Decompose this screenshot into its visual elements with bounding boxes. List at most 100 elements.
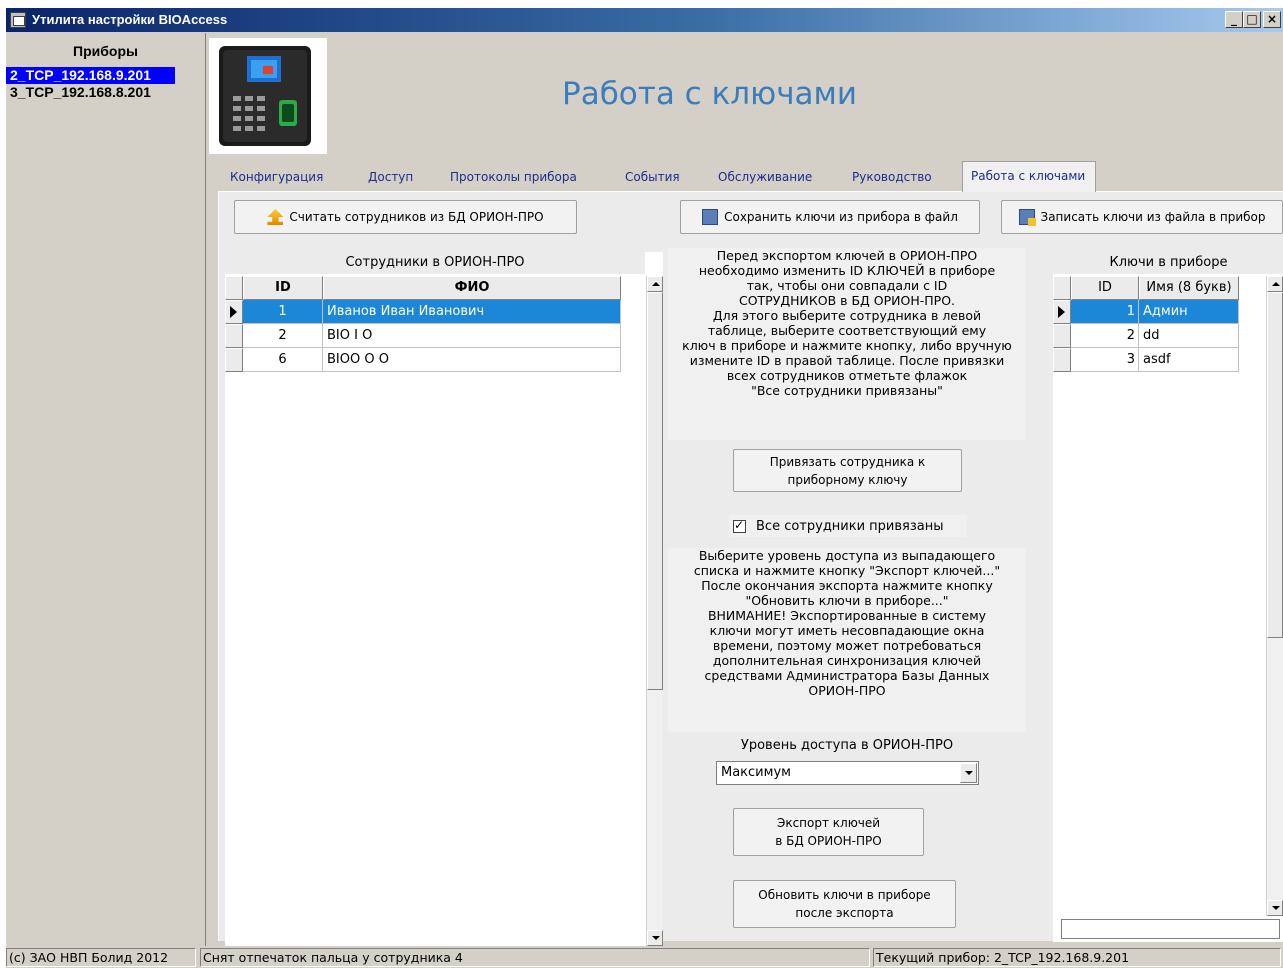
write-keys-label: Записать ключи из файла в прибор xyxy=(1040,210,1266,224)
column-header-key-id[interactable]: ID xyxy=(1071,276,1139,300)
scroll-thumb[interactable] xyxy=(1267,292,1283,638)
instruction-line: ключ в приборе и нажмите кнопку, либо вр… xyxy=(682,338,1012,353)
export-keys-button[interactable]: Экспорт ключей в БД ОРИОН-ПРО xyxy=(733,808,924,856)
instruction-line: ОРИОН-ПРО xyxy=(808,683,886,698)
window-title: Утилита настройки BIOAccess xyxy=(32,12,228,27)
access-level-select[interactable]: Максимум xyxy=(716,761,979,785)
refresh-keys-label-line: после экспорта xyxy=(795,906,894,920)
device-item[interactable]: 3_TCP_192.168.8.201 xyxy=(6,84,205,101)
instruction-line: "Обновить ключи в приборе..." xyxy=(745,593,949,608)
instruction-line: "Все сотрудники привязаны" xyxy=(751,383,943,398)
refresh-keys-label-line: Обновить ключи в приборе xyxy=(758,888,931,902)
maximize-button[interactable]: □ xyxy=(1243,11,1261,28)
column-header-fio[interactable]: ФИО xyxy=(323,276,621,300)
current-row-arrow-icon xyxy=(225,300,243,324)
row-indicator xyxy=(225,324,243,348)
employee-id-cell[interactable]: 6 xyxy=(243,348,323,372)
row-indicator-header xyxy=(1053,276,1071,300)
employee-name-cell[interactable]: BIO I O xyxy=(323,324,621,348)
load-file-icon xyxy=(1018,209,1036,226)
write-keys-button[interactable]: Записать ключи из файла в прибор xyxy=(1001,200,1283,234)
read-employees-button[interactable]: Считать сотрудников из БД ОРИОН-ПРО xyxy=(234,200,577,234)
keys-caption: Ключи в приборе xyxy=(1053,252,1283,274)
refresh-keys-button[interactable]: Обновить ключи в приборе после экспорта xyxy=(733,880,956,928)
keys-tab-panel: Считать сотрудников из БД ОРИОН-ПРО Сохр… xyxy=(218,192,1283,946)
close-button[interactable]: × xyxy=(1263,11,1281,28)
instruction-line: списка и нажмите кнопку "Экспорт ключей.… xyxy=(693,563,1001,578)
instruction-line: всех сотрудников отметьте флажок xyxy=(726,368,968,383)
employee-name-cell[interactable]: Иванов Иван Иванович xyxy=(323,300,621,324)
key-name-cell[interactable]: dd xyxy=(1139,324,1239,348)
devices-header: Приборы xyxy=(73,43,138,59)
minimize-button[interactable]: _ xyxy=(1225,11,1243,28)
instruction-line: необходимо изменить ID КЛЮЧЕЙ в приборе xyxy=(698,263,996,278)
instructions-bottom: Выберите уровень доступа из выпадающего … xyxy=(668,548,1026,732)
instruction-line: ключи могут иметь несовпадающие окна xyxy=(709,623,985,638)
instructions-top: Перед экспортом ключей в ОРИОН-ПРО необх… xyxy=(668,248,1026,440)
export-keys-label-line: в БД ОРИОН-ПРО xyxy=(775,834,882,848)
key-edit-field[interactable] xyxy=(1061,919,1280,939)
save-keys-button[interactable]: Сохранить ключи из прибора в файл xyxy=(680,200,980,234)
status-message: Снят отпечаток пальца у сотрудника 4 xyxy=(200,948,870,967)
employee-id-cell[interactable]: 1 xyxy=(243,300,323,324)
scroll-up-arrow-icon[interactable] xyxy=(1267,276,1283,292)
key-id-cell[interactable]: 3 xyxy=(1071,348,1139,372)
row-indicator-header xyxy=(225,276,243,300)
instruction-line: дополнительная синхронизация ключей xyxy=(712,653,982,668)
read-employees-label: Считать сотрудников из БД ОРИОН-ПРО xyxy=(289,210,544,224)
current-row-arrow-icon xyxy=(1053,300,1071,324)
instruction-line: Выберите уровень доступа из выпадающего xyxy=(698,548,996,563)
instruction-line: средствами Администратора Базы Данных xyxy=(704,668,990,683)
tab-manual[interactable]: Руководство xyxy=(852,170,932,184)
all-bound-label: Все сотрудники привязаны xyxy=(756,518,944,534)
instruction-line: таблице, выберите соответствующий ему xyxy=(707,323,987,338)
row-indicator xyxy=(1053,324,1071,348)
instruction-line: измените ID в правой таблице. После прив… xyxy=(689,353,1005,368)
scroll-thumb[interactable] xyxy=(647,292,663,690)
keys-scrollbar[interactable] xyxy=(1266,276,1283,916)
tab-configuration[interactable]: Конфигурация xyxy=(230,170,323,184)
employees-caption: Сотрудники в ОРИОН-ПРО xyxy=(225,252,645,274)
tab-access[interactable]: Доступ xyxy=(368,170,413,184)
column-header-key-name[interactable]: Имя (8 букв) xyxy=(1139,276,1239,300)
row-indicator xyxy=(225,348,243,372)
employee-id-cell[interactable]: 2 xyxy=(243,324,323,348)
title-bar[interactable]: Утилита настройки BIOAccess _ □ × xyxy=(6,8,1283,32)
save-file-icon xyxy=(702,209,719,225)
chevron-down-icon[interactable] xyxy=(960,763,977,783)
page-heading: Работа с ключами xyxy=(562,76,858,112)
instruction-line: Перед экспортом ключей в ОРИОН-ПРО xyxy=(716,248,978,263)
employees-scrollbar[interactable] xyxy=(646,276,663,946)
status-copyright: (с) ЗАО НВП Болид 2012 xyxy=(6,948,196,967)
instruction-line: СОТРУДНИКОВ в БД ОРИОН-ПРО. xyxy=(738,293,955,308)
key-id-cell[interactable]: 2 xyxy=(1071,324,1139,348)
save-keys-label: Сохранить ключи из прибора в файл xyxy=(724,210,958,224)
bind-employee-label-line: приборному ключу xyxy=(787,472,908,487)
export-keys-label-line: Экспорт ключей xyxy=(776,816,881,830)
app-window: Утилита настройки BIOAccess _ □ × Прибор… xyxy=(6,8,1283,968)
all-bound-checkbox[interactable]: Все сотрудники привязаны xyxy=(729,515,967,537)
access-level-value: Максимум xyxy=(721,765,791,780)
app-icon xyxy=(10,12,26,28)
bind-employee-label-line: Привязать сотрудника к xyxy=(769,454,926,469)
scroll-up-arrow-icon[interactable] xyxy=(647,276,663,292)
tab-device-protocols[interactable]: Протоколы прибора xyxy=(450,170,577,184)
scroll-down-arrow-icon[interactable] xyxy=(1267,900,1283,916)
access-level-label: Уровень доступа в ОРИОН-ПРО xyxy=(740,738,954,753)
key-name-cell[interactable]: Админ xyxy=(1139,300,1239,324)
devices-panel: Приборы 2_TCP_192.168.9.201 3_TCP_192.16… xyxy=(6,33,206,946)
tab-keys[interactable]: Работа с ключами xyxy=(962,161,1097,193)
checkbox-checked-icon[interactable] xyxy=(733,518,746,533)
tab-maintenance[interactable]: Обслуживание xyxy=(718,170,812,184)
device-item[interactable]: 2_TCP_192.168.9.201 xyxy=(6,67,175,84)
key-name-cell[interactable]: asdf xyxy=(1139,348,1239,372)
row-indicator xyxy=(1053,348,1071,372)
column-header-id[interactable]: ID xyxy=(243,276,323,300)
employee-name-cell[interactable]: BIOO O O xyxy=(323,348,621,372)
status-current-device: Текущий прибор: 2_TCP_192.168.9.201 xyxy=(873,948,1281,967)
key-id-cell[interactable]: 1 xyxy=(1071,300,1139,324)
bind-employee-button[interactable]: Привязать сотрудника к приборному ключу xyxy=(733,449,962,492)
status-bar: (с) ЗАО НВП Болид 2012 Снят отпечаток па… xyxy=(6,946,1283,968)
scroll-down-arrow-icon[interactable] xyxy=(647,930,663,946)
tab-events[interactable]: События xyxy=(625,170,680,184)
